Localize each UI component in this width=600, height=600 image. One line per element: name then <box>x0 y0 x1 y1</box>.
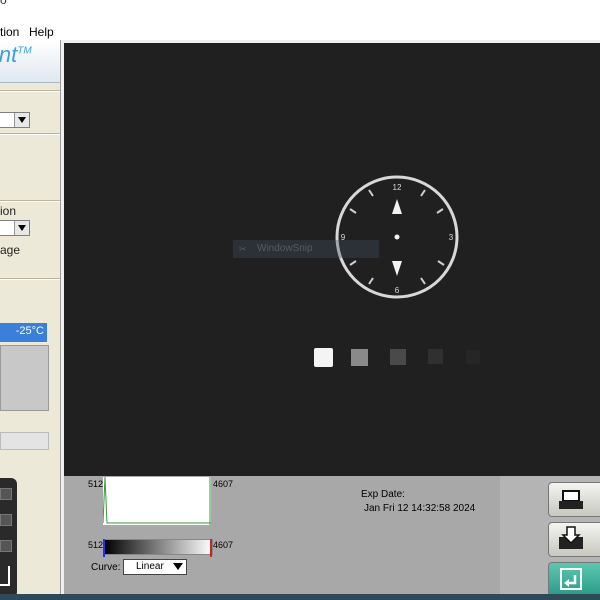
save-button[interactable] <box>548 522 600 557</box>
exposure-date-value: Jan Fri 12 14:32:58 2024 <box>364 503 476 514</box>
scissors-icon: ✂ <box>239 244 247 254</box>
separator <box>0 133 60 135</box>
curve-label: Curve: <box>91 562 121 573</box>
clock-target-image: 12 3 6 9 <box>314 175 480 367</box>
clock-number-6: 6 <box>395 286 400 295</box>
title-bar: o <box>0 0 600 23</box>
contrast-patch-1 <box>314 348 333 367</box>
contrast-patch-4 <box>428 349 443 364</box>
clock-number-12: 12 <box>393 183 402 192</box>
resolution-dropdown[interactable] <box>0 220 30 236</box>
image-viewer[interactable]: 12 3 6 9 <box>64 43 600 476</box>
section-label-ion: ion <box>0 204 17 218</box>
chevron-down-icon <box>14 221 29 235</box>
gradient-min-label: 512 <box>88 540 104 550</box>
histogram-max-label: 4607 <box>213 479 234 489</box>
gradient-max-marker[interactable] <box>210 539 212 557</box>
print-button[interactable] <box>548 482 600 517</box>
gradient-max-label: 4607 <box>213 540 234 550</box>
camera-slot <box>0 514 12 526</box>
left-control-panel: intTM ion age -25°C <box>0 40 61 600</box>
histogram-line <box>102 476 211 524</box>
histogram-min-label: 512 <box>88 479 104 489</box>
save-icon <box>559 526 583 549</box>
clock-center <box>394 234 400 240</box>
temperature-value: -25°C <box>15 325 44 337</box>
grayscale-gradient-bar[interactable] <box>103 539 213 555</box>
clock-hand-down <box>392 261 402 276</box>
logo-trademark: TM <box>17 45 32 57</box>
camera-slot <box>0 488 12 500</box>
histogram-plot[interactable] <box>102 476 211 525</box>
mode-dropdown[interactable] <box>0 112 30 128</box>
camera-slot <box>0 540 12 552</box>
window-title: o <box>0 0 7 7</box>
curve-value: Linear <box>136 561 164 572</box>
progress-bar <box>0 432 49 450</box>
exposure-date-label: Exp Date: <box>361 489 405 500</box>
snip-overlay-label: WindowSnip <box>257 243 313 254</box>
temperature-status-bar: -25°C <box>0 323 47 342</box>
clock-hand-up <box>392 199 402 214</box>
contrast-patch-2 <box>351 349 368 366</box>
taskbar-strip <box>0 594 600 600</box>
app-logo: intTM <box>0 40 60 83</box>
snip-overlay: ✂ WindowSnip <box>233 240 379 258</box>
menu-item-help[interactable]: Help <box>29 25 54 39</box>
menu-bar: tion Help <box>0 22 600 40</box>
separator <box>0 278 60 280</box>
printer-icon <box>559 490 583 509</box>
camera-bracket <box>0 566 10 586</box>
return-button[interactable] <box>548 562 600 597</box>
chevron-down-icon <box>14 113 29 127</box>
section-label-age: age <box>0 243 21 257</box>
logo-text: int <box>0 42 18 67</box>
separator <box>0 90 60 92</box>
curve-dropdown[interactable]: Linear <box>123 559 187 575</box>
camera-icon[interactable] <box>0 478 17 598</box>
contrast-patch-3 <box>390 349 406 365</box>
gradient-min-marker[interactable] <box>103 539 105 557</box>
menu-item-acquisition[interactable]: tion <box>0 25 19 39</box>
return-icon <box>560 568 582 590</box>
histogram-svg <box>102 476 211 525</box>
status-box <box>0 345 49 411</box>
contrast-patch-5 <box>466 350 480 364</box>
clock-number-3: 3 <box>449 233 454 242</box>
separator <box>0 200 60 202</box>
